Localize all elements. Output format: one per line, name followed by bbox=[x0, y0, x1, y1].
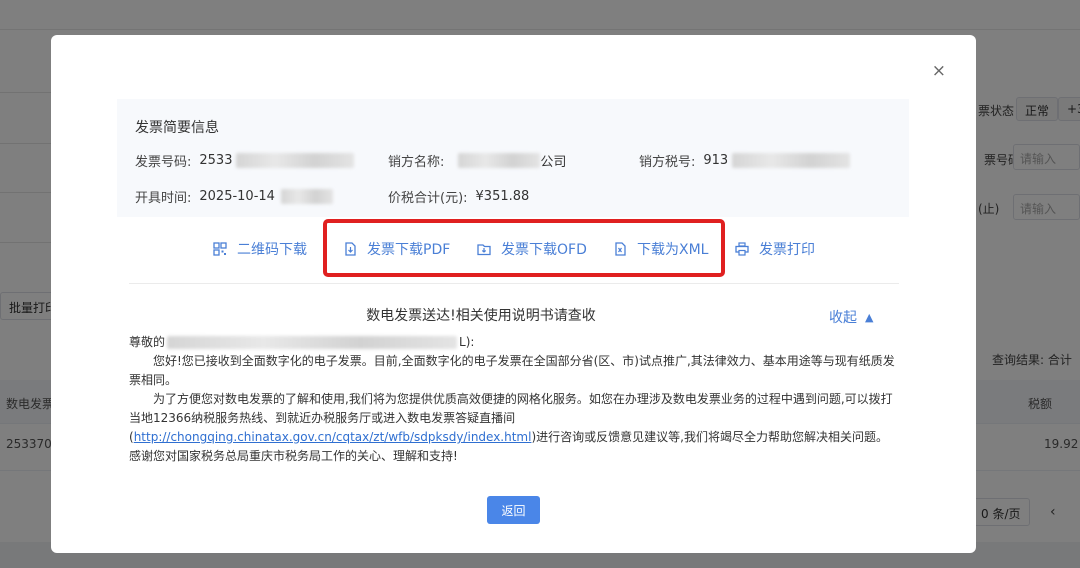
issue-time-value: 2025-10-14 bbox=[199, 189, 275, 204]
seller-tax-field: 销方税号: 913 bbox=[639, 151, 851, 170]
print-button[interactable]: 发票打印 bbox=[735, 239, 815, 259]
issue-time-field: 开具时间: 2025-10-14 bbox=[135, 187, 333, 206]
print-label: 发票打印 bbox=[759, 242, 815, 258]
ofd-download-button[interactable]: 发票下载OFD bbox=[477, 239, 587, 259]
invoice-summary: 发票简要信息 发票号码: 2533 销方名称: 公司 销方税号: 913 开具时… bbox=[117, 99, 909, 217]
notice-greeting: 尊敬的 L): bbox=[129, 333, 899, 352]
return-button[interactable]: 返回 bbox=[487, 496, 540, 524]
download-action-bar: 二维码下载 发票下载PDF 发票下载OFD 下载为XML 发票打印 bbox=[51, 219, 976, 277]
total-field: 价税合计(元): ¥351.88 bbox=[388, 187, 529, 206]
pdf-download-button[interactable]: 发票下载PDF bbox=[343, 239, 450, 259]
chevron-up-icon: ▲ bbox=[865, 310, 874, 324]
invoice-number-value: 2533 bbox=[199, 153, 233, 168]
collapse-label: 收起 bbox=[829, 310, 857, 326]
xml-download-button[interactable]: 下载为XML bbox=[613, 239, 708, 259]
pdf-download-label: 发票下载PDF bbox=[367, 242, 451, 258]
invoice-modal: × 发票简要信息 发票号码: 2533 销方名称: 公司 销方税号: 913 开… bbox=[51, 35, 976, 553]
notice-para-1: 您好!您已接收到全面数字化的电子发票。目前,全面数字化的电子发票在全国部分省(区… bbox=[129, 354, 895, 387]
ofd-download-label: 发票下载OFD bbox=[501, 242, 587, 258]
service-link[interactable]: http://chongqing.chinatax.gov.cn/cqtax/z… bbox=[134, 430, 532, 444]
file-download-icon bbox=[345, 242, 356, 256]
seller-name-suffix: 公司 bbox=[540, 155, 567, 170]
qr-download-label: 二维码下载 bbox=[237, 242, 307, 258]
seller-name-label: 销方名称: bbox=[388, 155, 445, 170]
xml-download-label: 下载为XML bbox=[637, 242, 709, 258]
seller-name-field: 销方名称: 公司 bbox=[388, 151, 566, 170]
redacted-blur bbox=[732, 153, 851, 168]
greeting-suffix: L): bbox=[459, 335, 475, 349]
notice-para-2: 为了方便您对数电发票的了解和使用,我们将为您提供优质高效便捷的网格化服务。如您在… bbox=[129, 390, 899, 466]
folder-download-icon bbox=[477, 244, 491, 256]
qr-download-button[interactable]: 二维码下载 bbox=[213, 239, 307, 259]
qr-code-icon bbox=[213, 242, 227, 256]
printer-icon bbox=[735, 242, 749, 256]
collapse-toggle[interactable]: 收起 ▲ bbox=[829, 307, 873, 327]
notice-title: 数电发票送达!相关使用说明书请查收 bbox=[366, 308, 596, 324]
notice-body: 尊敬的 L): 您好!您已接收到全面数字化的电子发票。目前,全面数字化的电子发票在… bbox=[129, 333, 899, 466]
redacted-blur bbox=[458, 153, 541, 168]
summary-title: 发票简要信息 bbox=[135, 120, 219, 136]
total-value: ¥351.88 bbox=[475, 189, 530, 204]
total-label: 价税合计(元): bbox=[388, 191, 468, 206]
redacted-blur bbox=[280, 189, 333, 204]
issue-time-label: 开具时间: bbox=[135, 191, 192, 206]
invoice-number-field: 发票号码: 2533 bbox=[135, 151, 355, 170]
seller-tax-label: 销方税号: bbox=[639, 155, 696, 170]
redacted-blur bbox=[236, 153, 355, 168]
close-icon[interactable]: × bbox=[932, 63, 946, 80]
section-divider bbox=[129, 283, 899, 284]
xml-file-icon bbox=[615, 242, 626, 256]
invoice-number-label: 发票号码: bbox=[135, 155, 192, 170]
seller-tax-value: 913 bbox=[703, 153, 729, 168]
greeting-prefix: 尊敬的 bbox=[129, 335, 166, 349]
redacted-blur bbox=[167, 336, 458, 349]
